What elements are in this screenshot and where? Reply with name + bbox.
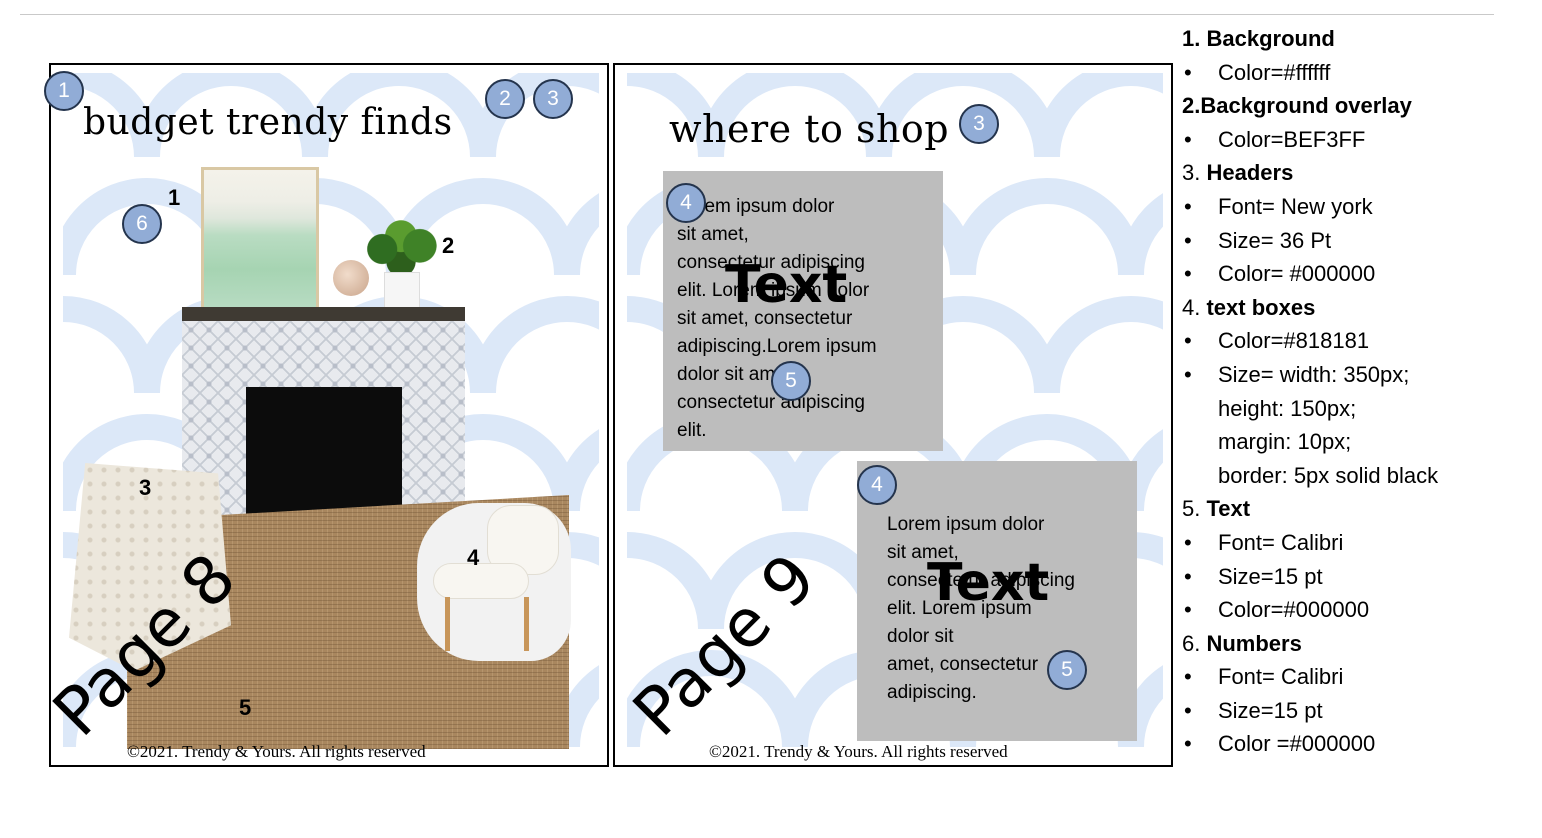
- legend-heading: 1. Background: [1182, 22, 1512, 56]
- legend-item: Color=#ffffff: [1182, 56, 1512, 90]
- chair-seat-image: [433, 563, 529, 599]
- style-legend: 1. BackgroundColor=#ffffff2.Background o…: [1182, 22, 1512, 761]
- legend-item: Font= New york: [1182, 190, 1512, 224]
- legend-number: 2.: [1182, 93, 1201, 119]
- marker-headers: 3: [959, 104, 999, 144]
- marker-background: 2: [485, 79, 525, 119]
- legend-heading: 6. Numbers: [1182, 627, 1512, 661]
- legend-title: Numbers: [1206, 630, 1302, 656]
- page-9-mockup: where to shop Lorem ipsum dolor sit amet…: [613, 63, 1173, 767]
- legend-item: Font= Calibri: [1182, 526, 1512, 560]
- text-box-2-overlay: Text: [927, 553, 1050, 613]
- text-box-1-overlay: Text: [725, 255, 848, 315]
- legend-item: Size=15 pt: [1182, 560, 1512, 594]
- marker-numbers: 6: [122, 204, 162, 244]
- legend-item: Color=#000000: [1182, 593, 1512, 627]
- scallop-arc: [1034, 296, 1163, 394]
- page-8-copyright: ©2021. Trendy & Yours. All rights reserv…: [127, 742, 426, 761]
- legend-title: Text: [1206, 496, 1251, 522]
- chair-legs-image: [445, 597, 529, 651]
- legend-heading: 4. text boxes: [1182, 291, 1512, 325]
- legend-number: 4.: [1182, 294, 1201, 320]
- legend-item: Size= width: 350px; height: 150px; margi…: [1182, 358, 1512, 492]
- scallop-arc: [1034, 73, 1163, 158]
- scallop-arc: [1118, 193, 1163, 276]
- legend-heading: 5. Text: [1182, 492, 1512, 526]
- legend-title: text boxes: [1206, 294, 1316, 320]
- marker-text: 5: [771, 361, 811, 401]
- legend-item: Size=15 pt: [1182, 694, 1512, 728]
- scallop-arc: [554, 193, 599, 276]
- top-divider: [20, 14, 1494, 15]
- page-8-mockup: budget trendy finds 1 2 3 4 5 Page 8 ©20…: [49, 63, 609, 767]
- legend-item: Size= 36 Pt: [1182, 224, 1512, 258]
- scallop-arc: [554, 429, 599, 512]
- marker-text-box: 4: [666, 183, 706, 223]
- firebox-image: [246, 387, 402, 515]
- marker-text: 5: [1047, 650, 1087, 690]
- page-9-copyright: ©2021. Trendy & Yours. All rights reserv…: [709, 742, 1008, 761]
- legend-number: 3.: [1182, 160, 1201, 186]
- legend-item: Color= #000000: [1182, 257, 1512, 291]
- product-number-3: 3: [139, 475, 152, 500]
- legend-title: Background: [1206, 26, 1335, 51]
- scallop-arc: [554, 665, 599, 748]
- product-number-4: 4: [467, 545, 480, 570]
- legend-item: Font= Calibri: [1182, 660, 1512, 694]
- legend-heading: 3. Headers: [1182, 156, 1512, 190]
- legend-title: Headers: [1206, 160, 1294, 186]
- legend-item: Color=#818181: [1182, 324, 1512, 358]
- product-number-1: 1: [168, 185, 181, 210]
- legend-heading: 2.Background overlay: [1182, 89, 1512, 123]
- scallop-arc: [63, 296, 160, 394]
- product-number-2: 2: [442, 233, 455, 258]
- legend-number: 5.: [1182, 496, 1201, 522]
- legend-title: Background overlay: [1200, 93, 1412, 119]
- art-print-image: [201, 167, 319, 315]
- scallop-arc: [470, 296, 599, 394]
- product-number-5: 5: [239, 695, 252, 720]
- marker-background-overlay: 3: [533, 79, 573, 119]
- marker-headers: 1: [44, 71, 84, 111]
- legend-item: Color =#000000: [1182, 727, 1512, 761]
- page-9-header: where to shop: [669, 107, 950, 151]
- marker-text-box: 4: [857, 465, 897, 505]
- mantel-shelf-image: [182, 307, 465, 321]
- legend-number: 6.: [1182, 630, 1201, 656]
- scallop-arc: [950, 178, 1144, 276]
- legend-number: 1.: [1182, 26, 1201, 51]
- legend-item: Color=BEF3FF: [1182, 123, 1512, 157]
- page-8-header: budget trendy finds: [83, 102, 453, 143]
